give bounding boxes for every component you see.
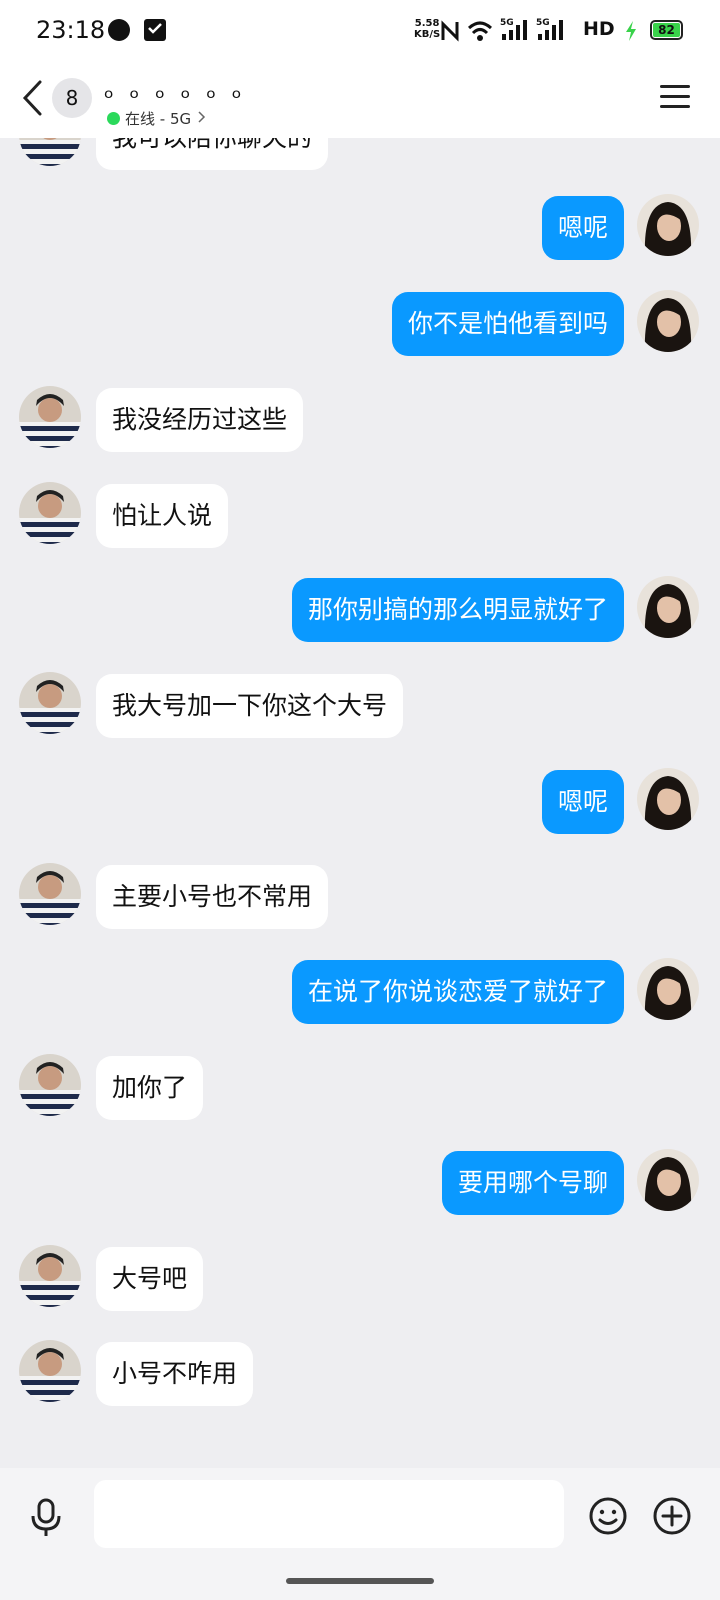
contact-avatar[interactable] (19, 482, 81, 544)
network-speed: 5.58 KB/S (414, 18, 440, 40)
message-bubble[interactable]: 嗯呢 (541, 196, 624, 260)
chat-title[interactable]: ₒ ₒ ₒ ₒ ₒ ₒ (104, 76, 246, 104)
message-row: 你不是怕他看到吗 (0, 290, 720, 356)
message-bubble[interactable]: 我大号加一下你这个大号 (96, 674, 404, 738)
self-avatar[interactable] (637, 958, 699, 1020)
network-speed-unit: KB/S (414, 29, 441, 40)
online-dot-icon (107, 112, 120, 125)
message-row: 那你别搞的那么明显就好了 (0, 576, 720, 642)
message-bubble[interactable]: 你不是怕他看到吗 (391, 292, 624, 356)
emoji-button[interactable] (588, 1496, 628, 1536)
more-options-button[interactable] (652, 1496, 692, 1536)
message-bubble[interactable]: 大号吧 (96, 1247, 204, 1311)
message-row: 要用哪个号聊 (0, 1149, 720, 1215)
self-avatar[interactable] (637, 290, 699, 352)
notification-dot-icon (107, 18, 131, 46)
message-bubble[interactable]: 怕让人说 (96, 484, 229, 548)
contact-avatar[interactable] (19, 672, 81, 734)
microphone-icon (31, 1498, 61, 1536)
self-avatar[interactable] (637, 1149, 699, 1211)
message-row: 我大号加一下你这个大号 (0, 672, 720, 738)
online-status[interactable]: 在线 - 5G (107, 108, 206, 129)
online-status-text: 在线 - 5G (125, 110, 192, 128)
message-bubble[interactable]: 那你别搞的那么明显就好了 (291, 578, 624, 642)
emoji-icon (589, 1497, 627, 1535)
contact-avatar[interactable] (19, 863, 81, 925)
message-bubble[interactable]: 嗯呢 (541, 770, 624, 834)
message-row: 加你了 (0, 1054, 720, 1120)
chat-area[interactable]: 我可以陪你聊天的 嗯呢 你不是怕他看到吗 我没经历过这些 怕让人说 那你别搞的那… (0, 138, 720, 1468)
status-time: 23:18 (36, 16, 106, 44)
self-avatar[interactable] (637, 576, 699, 638)
wifi-icon (467, 20, 493, 46)
message-bubble[interactable]: 要用哪个号聊 (441, 1151, 624, 1215)
voice-button[interactable] (28, 1498, 64, 1538)
back-button[interactable] (20, 78, 46, 118)
signal-2-label: 5G (536, 18, 550, 28)
self-avatar[interactable] (637, 194, 699, 256)
charging-bolt-icon (624, 20, 638, 46)
battery-level: 82 (653, 23, 680, 37)
chevron-left-icon (22, 80, 42, 116)
contact-avatar[interactable] (19, 1245, 81, 1307)
nfc-icon (440, 20, 460, 46)
shopping-bag-icon (143, 17, 167, 47)
hamburger-menu-icon (660, 85, 690, 108)
input-bar (0, 1468, 720, 1600)
message-bubble[interactable]: 加你了 (96, 1056, 204, 1120)
battery-indicator: 82 (650, 20, 683, 40)
contact-avatar[interactable] (19, 386, 81, 448)
signal-1-label: 5G (500, 18, 514, 28)
message-input[interactable] (94, 1480, 564, 1548)
hd-voice-label: HD (583, 18, 615, 40)
message-bubble[interactable]: 我可以陪你聊天的 (96, 138, 329, 170)
unread-count-badge[interactable]: 8 (52, 78, 92, 118)
message-row: 主要小号也不常用 (0, 863, 720, 929)
chevron-right-icon (198, 110, 206, 127)
cell-signal-2-icon: 5G (536, 16, 566, 46)
home-indicator[interactable] (286, 1578, 434, 1584)
contact-avatar[interactable] (19, 138, 81, 166)
message-row: 怕让人说 (0, 482, 720, 548)
status-bar: 23:18 5.58 KB/S 5G 5G HD 82 (0, 0, 720, 62)
message-row: 大号吧 (0, 1245, 720, 1311)
message-row: 嗯呢 (0, 768, 720, 834)
message-row: 我可以陪你聊天的 (0, 138, 720, 170)
self-avatar[interactable] (637, 768, 699, 830)
message-row: 小号不咋用 (0, 1340, 720, 1406)
contact-avatar[interactable] (19, 1054, 81, 1116)
network-speed-value: 5.58 (414, 18, 440, 29)
message-row: 在说了你说谈恋爱了就好了 (0, 958, 720, 1024)
message-row: 我没经历过这些 (0, 386, 720, 452)
plus-icon (653, 1497, 691, 1535)
chat-header: 8 ₒ ₒ ₒ ₒ ₒ ₒ 在线 - 5G (0, 62, 720, 138)
message-bubble[interactable]: 我没经历过这些 (96, 388, 304, 452)
contact-avatar[interactable] (19, 1340, 81, 1402)
message-bubble[interactable]: 主要小号也不常用 (96, 865, 329, 929)
message-row: 嗯呢 (0, 194, 720, 260)
cell-signal-1-icon: 5G (500, 16, 530, 46)
menu-button[interactable] (660, 82, 690, 112)
message-bubble[interactable]: 在说了你说谈恋爱了就好了 (291, 960, 624, 1024)
message-bubble[interactable]: 小号不咋用 (96, 1342, 254, 1406)
